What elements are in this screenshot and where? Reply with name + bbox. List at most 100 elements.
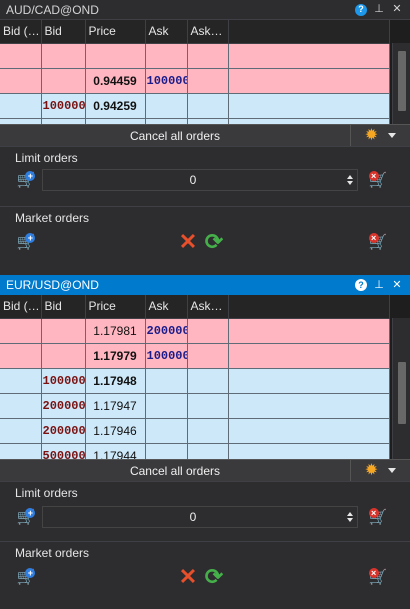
bid-orders-cell[interactable] [0,343,42,369]
spin-buttons[interactable] [343,170,357,190]
cancel-all-orders-button[interactable]: Cancel all orders [0,125,350,147]
vertical-scrollbar[interactable] [392,318,410,459]
price-cell[interactable] [85,118,146,124]
ask-orders-cell[interactable] [187,93,229,119]
bid-orders-cell[interactable] [0,43,42,69]
ask-level-row[interactable] [0,43,390,69]
column-header-bid-orders[interactable]: Bid (… [0,295,42,319]
ask-quantity-cell[interactable] [145,93,188,119]
ask-level-row[interactable]: 1.17981 200000 [0,318,390,344]
price-cell[interactable]: 1.17979 [85,343,146,369]
limit-quantity-stepper[interactable]: 0 [42,506,358,528]
price-cell[interactable] [85,43,146,69]
bid-level-row[interactable]: 100000 0.94259 [0,93,390,119]
market-buy-button[interactable]: 🛒 + [14,566,38,588]
ask-quantity-cell[interactable] [145,118,188,124]
column-header-bid-orders[interactable]: Bid (… [0,20,42,44]
limit-buy-button[interactable]: 🛒 + [14,169,38,191]
ask-quantity-cell[interactable] [145,368,188,394]
help-icon[interactable]: ? [354,278,368,292]
bid-orders-cell[interactable] [0,393,42,419]
market-sell-button[interactable]: 🛒 × [366,566,390,588]
limit-quantity-stepper[interactable]: 0 [42,169,358,191]
refresh-button[interactable]: ⟳ [202,566,226,588]
ask-level-row[interactable]: 1.17979 100000 [0,343,390,369]
scrollbar-thumb[interactable] [398,362,406,424]
ask-quantity-cell[interactable]: 200000 [145,318,188,344]
ask-orders-cell[interactable] [187,43,229,69]
ask-orders-cell[interactable] [187,118,229,124]
settings-menu-button[interactable]: ✹ [350,124,410,147]
bid-quantity-cell[interactable] [41,68,86,94]
ask-quantity-cell[interactable]: 100000 [145,68,188,94]
cancel-all-orders-button[interactable]: Cancel all orders [0,460,350,482]
bid-quantity-cell[interactable] [41,343,86,369]
column-header-bid[interactable]: Bid [41,295,86,319]
price-ladder[interactable]: Bid (… Bid Price Ask Ask… 0.94459 100000 1… [0,20,410,124]
panel-titlebar[interactable]: EUR/USD@OND ? ⊥ ✕ [0,275,410,295]
vertical-scrollbar[interactable] [392,43,410,124]
bid-orders-cell[interactable] [0,318,42,344]
column-header-ask[interactable]: Ask [145,295,188,319]
ask-orders-cell[interactable] [187,393,229,419]
ask-orders-cell[interactable] [187,418,229,444]
bid-quantity-cell[interactable]: 100000 [41,368,86,394]
ask-orders-cell[interactable] [187,318,229,344]
settings-menu-button[interactable]: ✹ [350,459,410,482]
ask-orders-cell[interactable] [187,443,229,459]
price-cell[interactable]: 0.94259 [85,93,146,119]
limit-sell-button[interactable]: 🛒 × [366,169,390,191]
ask-quantity-cell[interactable] [145,443,188,459]
bid-quantity-cell[interactable]: 200000 [41,393,86,419]
bid-orders-cell[interactable] [0,368,42,394]
price-cell[interactable]: 1.17946 [85,418,146,444]
help-icon[interactable]: ? [354,3,368,17]
refresh-button[interactable]: ⟳ [202,231,226,253]
cancel-orders-button[interactable]: ✕ [176,566,200,588]
price-cell[interactable]: 1.17948 [85,368,146,394]
price-ladder[interactable]: Bid (… Bid Price Ask Ask… 1.17981 200000 1… [0,295,410,459]
bid-orders-cell[interactable] [0,93,42,119]
bid-quantity-cell[interactable] [41,43,86,69]
bid-level-row[interactable] [0,118,390,124]
pin-icon[interactable]: ⊥ [372,278,386,292]
bid-quantity-cell[interactable] [41,318,86,344]
cancel-orders-button[interactable]: ✕ [176,231,200,253]
bid-level-row[interactable]: 500000 1.17944 [0,443,390,459]
limit-buy-button[interactable]: 🛒 + [14,506,38,528]
bid-level-row[interactable]: 100000 1.17948 [0,368,390,394]
bid-quantity-cell[interactable]: 100000 [41,93,86,119]
ask-orders-cell[interactable] [187,68,229,94]
panel-titlebar[interactable]: AUD/CAD@OND ? ⊥ ✕ [0,0,410,20]
bid-orders-cell[interactable] [0,118,42,124]
ask-quantity-cell[interactable] [145,43,188,69]
bid-quantity-cell[interactable]: 500000 [41,443,86,459]
column-header-ask-orders[interactable]: Ask… [187,20,229,44]
ask-quantity-cell[interactable] [145,393,188,419]
ask-orders-cell[interactable] [187,343,229,369]
ask-quantity-cell[interactable] [145,418,188,444]
close-icon[interactable]: ✕ [390,3,404,17]
bid-quantity-cell[interactable] [41,118,86,124]
ask-quantity-cell[interactable]: 100000 [145,343,188,369]
pin-icon[interactable]: ⊥ [372,3,386,17]
ask-level-row[interactable]: 0.94459 100000 [0,68,390,94]
scrollbar-thumb[interactable] [398,51,406,111]
price-cell[interactable]: 1.17981 [85,318,146,344]
column-header-bid[interactable]: Bid [41,20,86,44]
limit-sell-button[interactable]: 🛒 × [366,506,390,528]
price-cell[interactable]: 0.94459 [85,68,146,94]
market-buy-button[interactable]: 🛒 + [14,231,38,253]
bid-orders-cell[interactable] [0,443,42,459]
bid-quantity-cell[interactable]: 200000 [41,418,86,444]
bid-orders-cell[interactable] [0,418,42,444]
column-header-price[interactable]: Price [85,20,146,44]
close-icon[interactable]: ✕ [390,278,404,292]
price-cell[interactable]: 1.17947 [85,393,146,419]
column-header-ask-orders[interactable]: Ask… [187,295,229,319]
column-header-price[interactable]: Price [85,295,146,319]
spin-buttons[interactable] [343,507,357,527]
market-sell-button[interactable]: 🛒 × [366,231,390,253]
ask-orders-cell[interactable] [187,368,229,394]
column-header-ask[interactable]: Ask [145,20,188,44]
